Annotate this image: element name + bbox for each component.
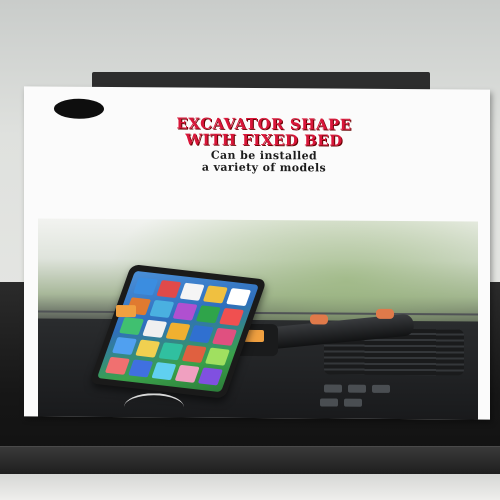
app-icon xyxy=(135,339,161,358)
console-button xyxy=(324,384,342,393)
app-icon xyxy=(197,367,223,386)
charging-cable xyxy=(124,393,184,420)
product-title: EXCAVATOR SHAPE WITH FIXED BED xyxy=(94,114,434,150)
app-icon xyxy=(179,282,205,301)
app-icon xyxy=(111,336,137,355)
console-button xyxy=(372,384,390,393)
shelf-edge xyxy=(0,446,500,475)
app-icon xyxy=(172,302,198,321)
app-icon xyxy=(133,277,159,296)
mount-knob xyxy=(310,314,328,325)
console-button xyxy=(344,398,362,407)
app-icon xyxy=(204,347,230,366)
app-icon xyxy=(219,307,245,326)
app-icon xyxy=(128,359,154,378)
app-icon xyxy=(151,362,177,381)
app-icon xyxy=(142,319,168,338)
app-icon xyxy=(149,299,175,318)
app-icon xyxy=(202,285,228,304)
product-subtitle: Can be installed a variety of models xyxy=(134,149,394,175)
app-icon xyxy=(211,327,237,346)
app-icon xyxy=(156,280,182,299)
subtitle-line-2: a variety of models xyxy=(201,160,327,175)
app-icon xyxy=(158,342,184,361)
app-icon xyxy=(174,364,200,383)
product-box: EXCAVATOR SHAPE WITH FIXED BED Can be in… xyxy=(24,86,490,420)
console-button xyxy=(320,398,338,407)
mount-knob xyxy=(376,308,394,319)
app-icon xyxy=(165,322,191,341)
app-icon xyxy=(188,325,214,344)
app-icon xyxy=(104,356,130,375)
app-icon xyxy=(181,344,207,364)
console-button xyxy=(348,384,366,393)
floor xyxy=(0,474,500,500)
left-clamp-pad xyxy=(116,305,136,318)
app-icon xyxy=(195,305,221,324)
app-icon xyxy=(226,288,252,307)
title-line-2: WITH FIXED BED xyxy=(185,130,343,150)
app-icon xyxy=(119,317,145,336)
